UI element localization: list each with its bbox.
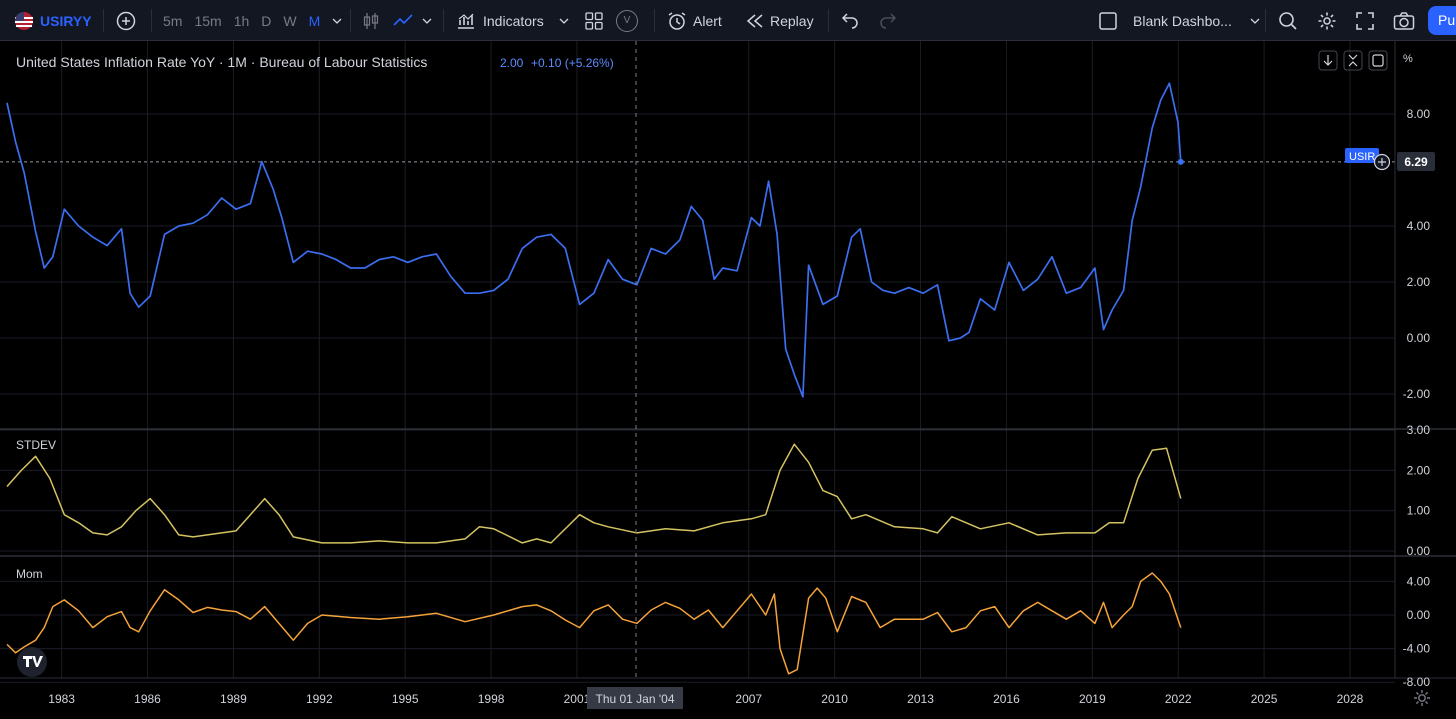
last-value-dot (1177, 158, 1184, 165)
x-tick-label: 2028 (1337, 692, 1364, 706)
y-tick-label: 8.00 (1407, 107, 1431, 121)
x-tick-label: 2025 (1251, 692, 1278, 706)
symbol-label: USIRYY (40, 12, 92, 29)
x-tick-label: 1986 (134, 692, 161, 706)
chart-style-group (362, 0, 432, 41)
y-tick-label: 3.00 (1407, 423, 1431, 437)
line-chart-icon[interactable] (392, 11, 414, 31)
fullscreen-button[interactable] (1355, 0, 1375, 41)
chevron-down-icon[interactable] (332, 16, 342, 26)
legend-title[interactable]: United States Inflation Rate YoY · 1M · … (16, 54, 427, 70)
timeframe-group: 5m 15m 1h D W M (163, 0, 342, 41)
x-tick-label: 2001 (564, 692, 591, 706)
layouts-button[interactable] (585, 0, 603, 41)
square-icon (1099, 11, 1117, 30)
layout-menu-button[interactable]: Blank Dashbo... (1098, 0, 1260, 41)
add-plus-icon[interactable] (1373, 153, 1391, 171)
tradingview-logo[interactable] (17, 647, 47, 677)
redo-icon (880, 12, 897, 29)
x-tick-label: 2013 (907, 692, 934, 706)
stdev-legend-title[interactable]: STDEV (16, 438, 56, 452)
timeframe-15m[interactable]: 15m (194, 13, 221, 29)
x-tick-label: 1998 (478, 692, 505, 706)
x-tick-label: 1995 (392, 692, 419, 706)
search-button[interactable] (1278, 0, 1298, 41)
x-tick-label: 2016 (993, 692, 1020, 706)
snapshot-button[interactable] (1393, 0, 1415, 41)
x-tick-label: 1989 (220, 692, 247, 706)
timeframe-5m[interactable]: 5m (163, 13, 182, 29)
plus-circle-icon (116, 11, 136, 30)
x-tick-label: 2022 (1165, 692, 1192, 706)
alarm-clock-icon (668, 11, 686, 30)
grid-icon (585, 11, 603, 30)
crosshair-time-label: Thu 01 Jan '04 (595, 692, 674, 706)
replay-button[interactable]: Replay (746, 0, 814, 41)
fullscreen-icon (1356, 11, 1374, 30)
y-tick-label: 2.00 (1407, 463, 1431, 477)
alert-button[interactable]: Alert (667, 0, 722, 41)
publish-button[interactable]: Pu (1428, 6, 1456, 35)
y-tick-label: -2.00 (1403, 387, 1431, 401)
y-tick-label: 4.00 (1407, 219, 1431, 233)
last-price-label: 6.29 (1404, 155, 1428, 169)
timeframe-m[interactable]: M (309, 13, 321, 29)
candles-icon[interactable] (362, 11, 380, 31)
y-tick-label: 1.00 (1407, 504, 1431, 518)
top-toolbar: USIRYY 5m 15m 1h D W M Indicators V Aler… (0, 0, 1456, 41)
layout-name: Blank Dashbo... (1133, 12, 1232, 29)
y-tick-label: 0.00 (1407, 608, 1431, 622)
chart-area[interactable]: 8.00 4.00 2.00 0.00 -2.00 3.00 2.00 1.00 0.00 4… (0, 41, 1456, 719)
x-tick-label: 1992 (306, 692, 333, 706)
indicators-button[interactable]: Indicators (456, 0, 569, 41)
search-icon (1279, 11, 1297, 30)
v-label: V (616, 9, 638, 32)
y-tick-label: 2.00 (1407, 275, 1431, 289)
camera-icon (1393, 11, 1415, 30)
y-tick-label: -4.00 (1403, 642, 1431, 656)
symbol-search-button[interactable]: USIRYY (14, 0, 92, 41)
chevron-down-icon[interactable] (559, 16, 569, 26)
gear-icon (1318, 12, 1336, 29)
y-tick-label: 0.00 (1407, 331, 1431, 345)
price-axis-unit: % (1403, 53, 1413, 65)
v-button[interactable]: V (616, 0, 638, 41)
indicators-label: Indicators (483, 12, 544, 29)
legend-last-value: 2.00 (500, 56, 524, 70)
us-flag-icon (15, 11, 33, 30)
indicators-icon (458, 13, 474, 29)
settings-button[interactable] (1317, 0, 1337, 41)
timeframe-d[interactable]: D (261, 13, 271, 29)
rewind-icon (746, 13, 763, 28)
chart-background (0, 41, 1456, 719)
legend-change: +0.10 (+5.26%) (531, 56, 614, 70)
redo-button[interactable] (879, 0, 897, 41)
undo-icon (841, 12, 858, 29)
alert-label: Alert (693, 12, 722, 29)
y-tick-label: 4.00 (1407, 574, 1431, 588)
timeframe-1h[interactable]: 1h (234, 13, 250, 29)
x-tick-label: 2019 (1079, 692, 1106, 706)
chevron-down-icon[interactable] (1250, 16, 1260, 26)
x-tick-label: 2010 (821, 692, 848, 706)
series-name-tag-label: USIR (1349, 151, 1375, 163)
x-tick-label: 1983 (48, 692, 75, 706)
x-tick-label: 2007 (735, 692, 762, 706)
y-tick-label: -8.00 (1403, 675, 1431, 689)
compare-add-button[interactable] (116, 0, 136, 41)
y-tick-label: 0.00 (1407, 544, 1431, 558)
undo-button[interactable] (841, 0, 859, 41)
chevron-down-icon[interactable] (422, 16, 432, 26)
mom-legend-title[interactable]: Mom (16, 567, 43, 581)
timeframe-w[interactable]: W (283, 13, 296, 29)
replay-label: Replay (770, 12, 814, 29)
